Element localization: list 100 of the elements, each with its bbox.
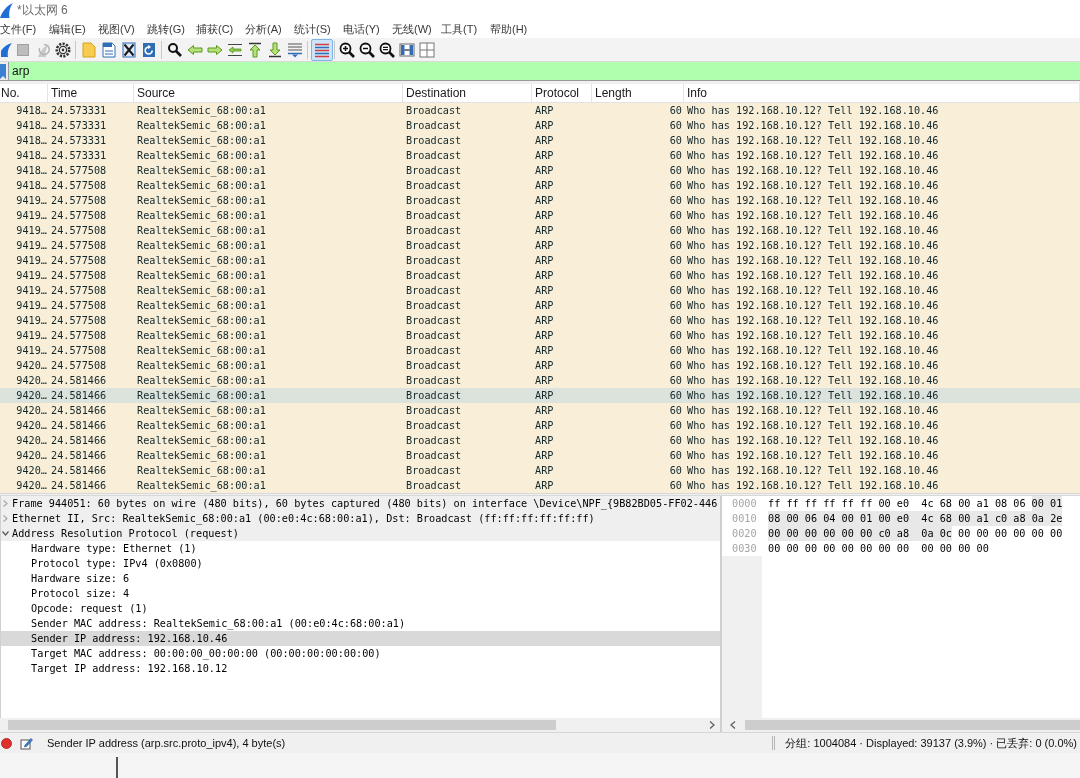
table-cell-text: Who has 192.168.10.12? Tell 192.168.10.46 [686, 149, 940, 163]
column-header[interactable]: No. [0, 84, 48, 102]
column-header[interactable]: Destination [403, 84, 532, 102]
column-header[interactable]: Protocol [532, 84, 592, 102]
packet-row[interactable]: 9419… 24.577508 RealtekSemic_68:00:a1 Broadcast ARP 60 Who has 192.168.10.12? Tell 192.168.10.46 [0, 343, 1080, 358]
packet-row[interactable]: 9420… 24.581466 RealtekSemic_68:00:a1 Broadcast ARP 60 Who has 192.168.10.12? Tell 192.168.10.46 [0, 418, 1080, 433]
menu-item[interactable]: 视图(V) [98, 20, 147, 38]
table-cell-text: Who has 192.168.10.12? Tell 192.168.10.46 [686, 314, 940, 328]
colorize-button[interactable] [311, 38, 333, 61]
menu-item[interactable]: 无线(W) [392, 20, 441, 38]
packet-row[interactable]: 9419… 24.577508 RealtekSemic_68:00:a1 Broadcast ARP 60 Who has 192.168.10.12? Tell 192.168.10.46 [0, 328, 1080, 343]
packet-row[interactable]: 9418… 24.573331 RealtekSemic_68:00:a1 Broadcast ARP 60 Who has 192.168.10.12? Tell 192.168.10.46 [0, 148, 1080, 163]
table-cell-text: RealtekSemic_68:00:a1 [136, 104, 267, 118]
edit-icon[interactable] [20, 736, 33, 750]
column-header[interactable]: Length [592, 84, 684, 102]
table-cell-text: 9418… [15, 134, 48, 148]
file-icon [101, 41, 117, 58]
packet-row[interactable]: 9419… 24.577508 RealtekSemic_68:00:a1 Broadcast ARP 60 Who has 192.168.10.12? Tell 192.168.10.46 [0, 193, 1080, 208]
packet-row[interactable]: 9420… 24.577508 RealtekSemic_68:00:a1 Broadcast ARP 60 Who has 192.168.10.12? Tell 192.168.10.46 [0, 358, 1080, 373]
table-cell-text: 9420… [15, 404, 48, 418]
table-cell-text: Who has 192.168.10.12? Tell 192.168.10.46 [686, 239, 940, 253]
chevron-down-icon[interactable] [2, 530, 9, 537]
packet-row[interactable]: 9420… 24.581466 RealtekSemic_68:00:a1 Broadcast ARP 60 Who has 192.168.10.12? Tell 192.168.10.46 [0, 403, 1080, 418]
table-cell-text: RealtekSemic_68:00:a1 [136, 344, 267, 358]
table-cell-text: 9419… [15, 299, 48, 313]
table-cell-text: RealtekSemic_68:00:a1 [136, 419, 267, 433]
packet-row[interactable]: 9419… 24.577508 RealtekSemic_68:00:a1 Broadcast ARP 60 Who has 192.168.10.12? Tell 192.168.10.46 [0, 313, 1080, 328]
menu-item[interactable]: 电话(Y) [343, 20, 392, 38]
menu-item[interactable]: 工具(T) [441, 20, 490, 38]
packet-row[interactable]: 9418… 24.573331 RealtekSemic_68:00:a1 Broadcast ARP 60 Who has 192.168.10.12? Tell 192.168.10.46 [0, 118, 1080, 133]
packet-row[interactable]: 9420… 24.581466 RealtekSemic_68:00:a1 Broadcast ARP 60 Who has 192.168.10.12? Tell 192.168.10.46 [0, 463, 1080, 478]
scrollbar-thumb[interactable] [745, 720, 1080, 730]
table-cell-text: RealtekSemic_68:00:a1 [136, 284, 267, 298]
scrollbar-thumb[interactable] [8, 720, 556, 730]
packet-row[interactable]: 9419… 24.577508 RealtekSemic_68:00:a1 Broadcast ARP 60 Who has 192.168.10.12? Tell 192.168.10.46 [0, 268, 1080, 283]
table-cell-text: 9419… [15, 329, 48, 343]
column-header[interactable]: Time [48, 84, 134, 102]
packet-row[interactable]: 9419… 24.577508 RealtekSemic_68:00:a1 Broadcast ARP 60 Who has 192.168.10.12? Tell 192.168.10.46 [0, 238, 1080, 253]
save-file-button[interactable] [99, 39, 119, 60]
menu-item[interactable]: 编辑(E) [49, 20, 98, 38]
tree-item[interactable]: Frame 944051: 60 bytes on wire (480 bits), 60 bytes captured (480 bits) on interface \Device\NPF_{9B82BD05-FF02-446 [1, 496, 720, 511]
status-text: Sender IP address (arp.src.proto_ipv4), 4 byte(s) [47, 735, 286, 751]
packet-row[interactable]: 9420… 24.581466 RealtekSemic_68:00:a1 Broadcast ARP 60 Who has 192.168.10.12? Tell 192.168.10.46 [0, 448, 1080, 463]
tree-item[interactable]: Sender IP address: 192.168.10.46 [1, 631, 720, 646]
table-cell-text: RealtekSemic_68:00:a1 [136, 404, 267, 418]
table-cell-text: 9418… [15, 149, 48, 163]
table-cell-text: Who has 192.168.10.12? Tell 192.168.10.46 [686, 374, 940, 388]
folder-icon [81, 41, 97, 58]
packet-row[interactable]: 9420… 24.581466 RealtekSemic_68:00:a1 Broadcast ARP 60 Who has 192.168.10.12? Tell 192.168.10.46 [0, 373, 1080, 388]
table-cell-text: 24.573331 [50, 149, 108, 163]
tree-item[interactable]: Address Resolution Protocol (request) [1, 526, 720, 541]
packet-row[interactable]: 9419… 24.577508 RealtekSemic_68:00:a1 Broadcast ARP 60 Who has 192.168.10.12? Tell 192.168.10.46 [0, 208, 1080, 223]
table-cell-text: Who has 192.168.10.12? Tell 192.168.10.46 [686, 209, 940, 223]
menu-item[interactable]: 跳转(G) [147, 20, 196, 38]
menu-item[interactable]: 文件(F) [0, 20, 49, 38]
status-dot-icon[interactable] [1, 737, 12, 749]
packet-row[interactable]: 9418… 24.577508 RealtekSemic_68:00:a1 Broadcast ARP 60 Who has 192.168.10.12? Tell 192.168.10.46 [0, 178, 1080, 193]
scroll-left-icon[interactable] [730, 721, 736, 729]
display-filter-field[interactable]: arp [9, 62, 1080, 80]
table-cell-text: 9418… [15, 119, 48, 133]
table-cell-text: RealtekSemic_68:00:a1 [136, 389, 267, 403]
table-cell-text: Broadcast [405, 359, 463, 373]
arrow-up-bar-icon [247, 41, 263, 58]
packet-row[interactable]: 9420… 24.581466 RealtekSemic_68:00:a1 Broadcast ARP 60 Who has 192.168.10.12? Tell 192.168.10.46 [0, 478, 1080, 493]
table-cell-text: ARP [534, 149, 555, 163]
packet-row[interactable]: 9418… 24.577508 RealtekSemic_68:00:a1 Broadcast ARP 60 Who has 192.168.10.12? Tell 192.168.10.46 [0, 163, 1080, 178]
table-cell-text: Broadcast [405, 389, 463, 403]
table-cell-text: 24.577508 [50, 224, 108, 238]
packet-row[interactable]: 9419… 24.577508 RealtekSemic_68:00:a1 Broadcast ARP 60 Who has 192.168.10.12? Tell 192.168.10.46 [0, 283, 1080, 298]
tree-item[interactable]: Ethernet II, Src: RealtekSemic_68:00:a1 (00:e0:4c:68:00:a1), Dst: Broadcast (ff:ff:ff:ff:ff:ff) [1, 511, 720, 526]
shark-fin-icon [0, 2, 13, 18]
table-cell-text: Who has 192.168.10.12? Tell 192.168.10.46 [686, 434, 940, 448]
menu-item[interactable]: 统计(S) [294, 20, 343, 38]
bookmark-button[interactable] [0, 62, 9, 80]
close-file-button[interactable] [119, 39, 139, 60]
table-cell-text: ARP [534, 314, 555, 328]
table-cell-text: 24.581466 [50, 479, 108, 493]
scroll-right-icon[interactable] [709, 721, 715, 729]
column-header[interactable]: Source [134, 84, 403, 102]
table-cell-text: Broadcast [405, 194, 463, 208]
layout-button[interactable] [417, 39, 437, 60]
packet-row[interactable]: 9419… 24.577508 RealtekSemic_68:00:a1 Broadcast ARP 60 Who has 192.168.10.12? Tell 192.168.10.46 [0, 298, 1080, 313]
table-cell-text: ARP [534, 464, 555, 478]
packet-row[interactable]: 9418… 24.573331 RealtekSemic_68:00:a1 Broadcast ARP 60 Who has 192.168.10.12? Tell 192.168.10.46 [0, 133, 1080, 148]
table-cell-text: 60 [668, 284, 683, 298]
table-cell-text: 60 [668, 299, 683, 313]
packet-row[interactable]: 9419… 24.577508 RealtekSemic_68:00:a1 Broadcast ARP 60 Who has 192.168.10.12? Tell 192.168.10.46 [0, 253, 1080, 268]
packet-row[interactable]: 9420… 24.581466 RealtekSemic_68:00:a1 Broadcast ARP 60 Who has 192.168.10.12? Tell 192.168.10.46 [0, 388, 1080, 403]
table-cell-text: RealtekSemic_68:00:a1 [136, 269, 267, 283]
packet-row[interactable]: 9420… 24.581466 RealtekSemic_68:00:a1 Broadcast ARP 60 Who has 192.168.10.12? Tell 192.168.10.46 [0, 433, 1080, 448]
table-cell-text: 60 [668, 404, 683, 418]
column-header[interactable]: Info [684, 84, 1080, 102]
packet-row[interactable]: 9419… 24.577508 RealtekSemic_68:00:a1 Broadcast ARP 60 Who has 192.168.10.12? Tell 192.168.10.46 [0, 223, 1080, 238]
menu-item[interactable]: 分析(A) [245, 20, 294, 38]
menu-item[interactable]: 捕获(C) [196, 20, 245, 38]
table-cell-text: RealtekSemic_68:00:a1 [136, 194, 267, 208]
packet-row[interactable]: 9418… 24.573331 RealtekSemic_68:00:a1 Broadcast ARP 60 Who has 192.168.10.12? Tell 192.168.10.46 [0, 103, 1080, 118]
menu-item[interactable]: 帮助(H) [490, 20, 539, 38]
table-cell-text: Broadcast [405, 284, 463, 298]
table-cell-text: 9420… [15, 374, 48, 388]
